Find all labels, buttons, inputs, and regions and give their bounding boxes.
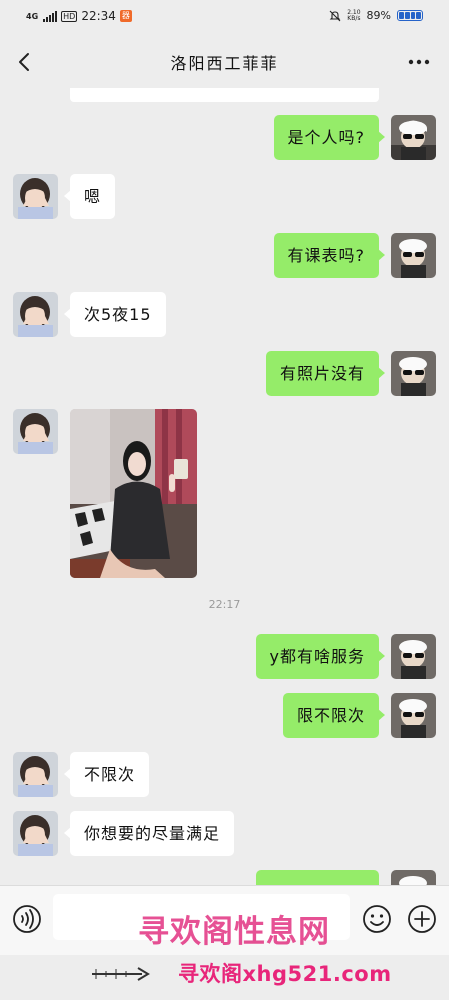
battery-percent: 89% [366, 9, 391, 22]
status-bar: 4G HD 22:34 器 2.10 KB/s 89% [0, 0, 449, 34]
message-bubble-sent[interactable]: 有照片没有 [265, 351, 386, 396]
chat-title: 洛阳西工菲菲 [170, 54, 279, 73]
more-dots-icon[interactable] [403, 46, 435, 78]
battery-icon [397, 10, 423, 21]
emoji-icon[interactable] [361, 903, 393, 935]
watermark-arrow-icon [92, 967, 150, 981]
contact-avatar[interactable] [13, 174, 58, 219]
my-avatar[interactable] [391, 693, 436, 738]
message-bubble-received[interactable]: 你想要的尽量满足 [63, 811, 235, 856]
contact-avatar[interactable] [13, 752, 58, 797]
network-type: 4G [26, 11, 39, 21]
app-notification-icon: 器 [119, 10, 132, 22]
my-avatar[interactable] [391, 634, 436, 679]
hd-badge: HD [61, 10, 78, 22]
contact-avatar[interactable] [13, 409, 58, 454]
signal-icon [43, 10, 58, 22]
voice-icon[interactable] [11, 903, 43, 935]
net-speed-unit: KB/s [347, 14, 361, 22]
contact-avatar[interactable] [13, 292, 58, 337]
message-bubble-received[interactable]: 嗯 [63, 174, 116, 219]
message-input[interactable] [53, 894, 350, 940]
previous-message-bubble[interactable] [70, 88, 379, 102]
message-bubble-received[interactable]: 次5夜15 [64, 292, 166, 337]
status-time: 22:34 [81, 9, 116, 23]
mute-icon [329, 10, 341, 21]
message-bubble-sent[interactable]: y都有啥服务 [255, 634, 386, 679]
input-bar [0, 885, 449, 956]
chat-header: 洛阳西工菲菲 [0, 34, 449, 90]
contact-avatar[interactable] [13, 811, 58, 856]
my-avatar[interactable] [391, 115, 436, 160]
received-photo[interactable] [70, 409, 197, 578]
my-avatar[interactable] [391, 351, 436, 396]
bottom-navigation-area [0, 955, 449, 1000]
status-right: 2.10 KB/s 89% [329, 9, 423, 22]
message-timestamp: 22:17 [208, 598, 241, 611]
message-bubble-sent[interactable]: 限不限次 [282, 693, 386, 738]
status-left: 4G HD 22:34 器 [26, 9, 132, 23]
message-bubble-sent[interactable]: 是个人吗? [273, 115, 385, 160]
message-bubble-sent[interactable]: 有课表吗? [273, 233, 385, 278]
my-avatar[interactable] [391, 233, 436, 278]
plus-icon[interactable] [406, 903, 438, 935]
net-speed: 2.10 KB/s [347, 9, 361, 22]
message-bubble-received[interactable]: 不限次 [63, 752, 150, 797]
